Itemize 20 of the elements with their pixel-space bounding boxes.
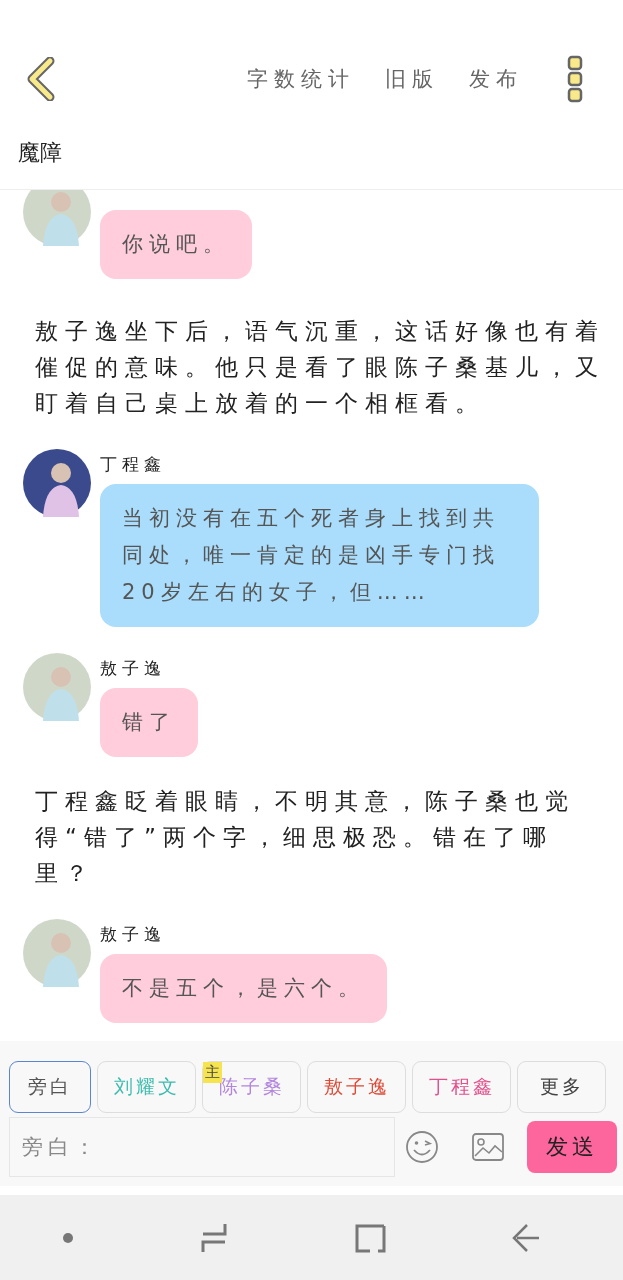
message-bubble: 你说吧。	[100, 210, 252, 279]
message-bubble: 错了	[100, 688, 198, 757]
header-action[interactable]: 发布	[469, 65, 523, 93]
send-button[interactable]: 发送	[527, 1121, 617, 1173]
role-button[interactable]: 旁白	[9, 1061, 91, 1113]
sender-name: 敖子逸	[100, 657, 167, 680]
header-action[interactable]: 字数统计	[247, 65, 355, 93]
role-button[interactable]: 丁程鑫	[412, 1061, 511, 1113]
header-action[interactable]: 旧版	[385, 65, 439, 93]
more-button[interactable]: 更多	[517, 1061, 606, 1113]
main-badge: 主	[203, 1062, 222, 1083]
message-bubble: 不是五个，是六个。	[100, 954, 387, 1023]
sender-name: 丁程鑫	[100, 453, 167, 476]
message-bubble: 当初没有在五个死者身上找到共同处，唯一肯定的是凶手专门找20岁左右的女子，但……	[100, 484, 539, 627]
input-field[interactable]: 旁白：	[9, 1117, 395, 1177]
narration-text: 敖子逸坐下后，语气沉重，这话好像也有着催促的意味。他只是看了眼陈子桑基儿，又盯着自己桌上放着的一个相框看。	[35, 317, 605, 418]
narration-text: 丁程鑫眨着眼睛，不明其意，陈子桑也觉得“错了”两个字，细思极恐。错在了哪里？	[35, 787, 576, 888]
role-button[interactable]: 敖子逸	[307, 1061, 406, 1113]
story-title: 魔障	[0, 114, 623, 190]
sender-name: 敖子逸	[100, 923, 167, 946]
